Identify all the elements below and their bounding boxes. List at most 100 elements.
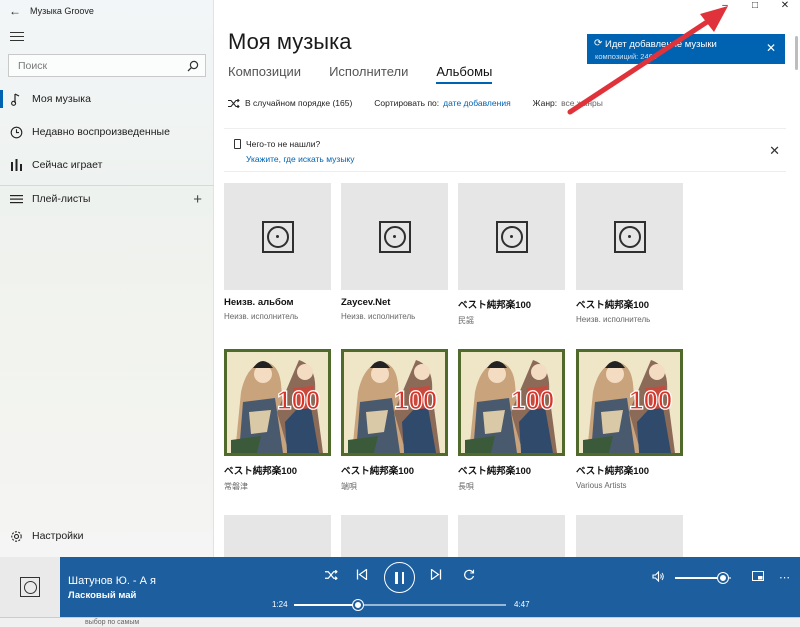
tab-songs[interactable]: Композиции (228, 64, 301, 84)
sidebar-item-label: Моя музыка (32, 93, 91, 105)
import-notification[interactable]: ⟳ Идет добавление музыки композиций: 246… (587, 34, 785, 64)
now-playing-artist[interactable]: Ласковый май (68, 590, 136, 601)
more-options-icon[interactable]: ⋯ (779, 571, 790, 584)
album-cover (224, 515, 331, 557)
settings-label: Настройки (32, 530, 84, 542)
album-artist: 端唄 (341, 482, 357, 491)
album-tile[interactable] (224, 515, 331, 557)
album-name: Неизв. альбом (224, 297, 294, 308)
scrollbar[interactable] (795, 36, 798, 70)
genre-value[interactable]: все жанры (561, 98, 603, 108)
album-tile[interactable] (458, 515, 565, 557)
shuffle-icon[interactable] (325, 569, 338, 583)
sidebar-item-label: Сейчас играет (32, 159, 103, 171)
genre-label: Жанр: (532, 98, 558, 108)
shuffle-button[interactable]: В случайном порядке (165) (228, 98, 352, 108)
album-tile[interactable]: 100 ベスト純邦楽100 常磐津 (224, 349, 331, 492)
album-art: 100 (458, 349, 565, 456)
album-art: 100 (224, 349, 331, 456)
toolbar: В случайном порядке (165) Сортировать по… (228, 98, 625, 108)
album-art: 100 (341, 349, 448, 456)
title-bar: ← Музыка Groove (0, 0, 213, 22)
dismiss-info-close-icon[interactable]: ✕ (769, 143, 780, 159)
choose-music-location-link[interactable]: Укажите, где искать музыку (246, 154, 355, 164)
tab-artists[interactable]: Исполнители (329, 64, 408, 84)
cover-badge-100: 100 (277, 385, 320, 415)
album-tile[interactable] (576, 515, 683, 557)
sort-value[interactable]: дате добавления (443, 98, 511, 108)
search-input[interactable] (18, 59, 181, 72)
close-icon[interactable]: ✕ (770, 0, 800, 14)
cover-badge-100: 100 (629, 385, 672, 415)
sort-dropdown[interactable]: Сортировать по: дате добавления (374, 98, 510, 108)
sort-label: Сортировать по: (374, 98, 440, 108)
album-cover (341, 183, 448, 290)
volume-handle[interactable] (717, 573, 728, 583)
album-tile[interactable] (341, 515, 448, 557)
sidebar-item-settings[interactable]: Настройки (0, 522, 214, 550)
disc-placeholder-icon (613, 220, 646, 253)
pause-button[interactable] (384, 562, 415, 593)
genre-dropdown[interactable]: Жанр: все жанры (533, 98, 603, 108)
album-tile[interactable]: ベスト純邦楽100 Неизв. исполнитель (576, 183, 683, 324)
refresh-icon: ⟳ (594, 38, 603, 49)
info-question: Чего-то не нашли? (246, 139, 321, 149)
album-tile[interactable]: 100 ベスト純邦楽100 端唄 (341, 349, 448, 492)
album-artist: 長唄 (458, 482, 474, 491)
cover-badge-100: 100 (394, 385, 437, 415)
sidebar-item-recent[interactable]: Недавно воспроизведенные (0, 118, 214, 146)
minimize-icon[interactable]: – (710, 0, 740, 14)
album-tile[interactable]: 100 ベスト純邦楽100 長唄 (458, 349, 565, 492)
search-icon[interactable] (181, 60, 205, 72)
album-name: ベスト純邦楽100 (576, 466, 650, 477)
list-icon (0, 194, 32, 204)
seek-handle[interactable] (352, 600, 363, 610)
gear-icon (0, 530, 32, 543)
sidebar-item-now-playing[interactable]: Сейчас играет (0, 151, 214, 179)
seek-bar[interactable] (294, 604, 506, 606)
sidebar: ← Музыка Groove Моя музыка Недавно воспр… (0, 0, 214, 557)
tab-albums[interactable]: Альбомы (436, 64, 493, 84)
search-box[interactable] (8, 54, 206, 77)
mini-view-icon[interactable] (752, 571, 764, 584)
album-tile[interactable]: Неизв. альбом Неизв. исполнитель (224, 183, 331, 321)
album-name: ベスト純邦楽100 (458, 466, 532, 477)
hamburger-menu-icon[interactable] (10, 29, 24, 44)
music-note-icon (0, 92, 32, 106)
album-cover (576, 515, 683, 557)
album-cover (458, 515, 565, 557)
back-arrow-icon[interactable]: ← (0, 4, 30, 18)
sidebar-item-label: Недавно воспроизведенные (32, 126, 170, 138)
album-tile[interactable]: Zaycev.Net Неизв. исполнитель (341, 183, 448, 321)
previous-track-icon[interactable] (356, 568, 368, 583)
volume-icon[interactable] (652, 570, 665, 585)
album-artist: Various Artists (576, 481, 627, 490)
phone-icon (234, 139, 241, 149)
notification-title: Идет добавление музыки (605, 39, 717, 50)
album-tile[interactable]: ベスト純邦楽100 民謡 (458, 183, 565, 326)
album-tile[interactable]: 100 ベスト純邦楽100 Various Artists (576, 349, 683, 490)
album-cover (341, 515, 448, 557)
album-name: Zaycev.Net (341, 297, 391, 308)
album-cover (576, 183, 683, 290)
repeat-icon[interactable] (463, 569, 475, 584)
album-artist: 常磐津 (224, 482, 248, 491)
disc-placeholder-icon (378, 220, 411, 253)
now-playing-thumbnail[interactable] (0, 557, 60, 617)
album-cover (458, 183, 565, 290)
window-controls: – □ ✕ (710, 0, 800, 14)
add-playlist-plus-icon[interactable]: + (193, 191, 202, 208)
notification-subtitle: композиций: 2460 (595, 52, 657, 61)
cover-badge-100: 100 (511, 385, 554, 415)
next-track-icon[interactable] (430, 568, 442, 583)
sidebar-item-playlists[interactable]: Плей-листы + (0, 185, 214, 213)
maximize-icon[interactable]: □ (740, 0, 770, 14)
tab-bar: Композиции Исполнители Альбомы (228, 64, 493, 84)
album-artist: 民謡 (458, 316, 474, 325)
now-playing-song[interactable]: Шатунов Ю. - А я (68, 575, 156, 587)
shuffle-label: В случайном порядке (165) (245, 98, 353, 108)
notification-close-icon[interactable]: ✕ (766, 41, 776, 55)
bars-chart-icon (0, 159, 32, 171)
sidebar-item-my-music[interactable]: Моя музыка (0, 85, 214, 113)
duration-time: 4:47 (514, 600, 530, 609)
